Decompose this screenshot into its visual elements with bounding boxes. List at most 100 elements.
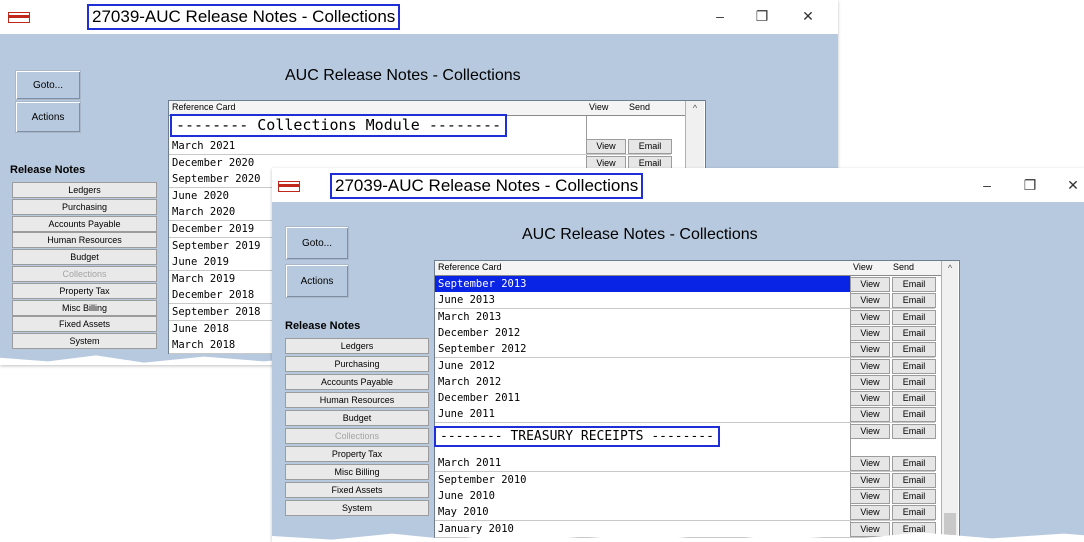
front-grid-scrollbar[interactable]: ^ xyxy=(941,261,958,542)
email-button[interactable]: Email xyxy=(892,391,936,407)
view-button[interactable]: View xyxy=(850,423,890,439)
nav-ledgers-button[interactable]: Ledgers xyxy=(12,182,157,198)
minimize-icon[interactable]: – xyxy=(975,175,999,195)
email-button[interactable]: Email xyxy=(892,505,936,521)
reference-card-cell[interactable]: May 2010 xyxy=(435,504,851,521)
email-button[interactable]: Email xyxy=(628,139,672,154)
nav-system-button[interactable]: System xyxy=(12,333,157,350)
table-row[interactable]: September 2012 View Email xyxy=(435,341,936,359)
email-button[interactable]: Email xyxy=(892,407,936,423)
back-window-title: 27039-AUC Release Notes - Collections xyxy=(87,4,401,30)
nav-human-resources-button[interactable]: Human Resources xyxy=(12,232,157,249)
nav-human-resources-button[interactable]: Human Resources xyxy=(285,392,429,408)
reference-card-cell[interactable]: June 2013 xyxy=(435,292,851,309)
front-goto-button[interactable]: Goto... xyxy=(285,226,349,260)
maximize-icon[interactable]: ❐ xyxy=(750,6,774,26)
nav-purchasing-button[interactable]: Purchasing xyxy=(12,198,157,215)
view-button[interactable]: View xyxy=(850,293,890,309)
reference-card-cell[interactable]: September 2010 xyxy=(435,471,851,488)
view-button[interactable]: View xyxy=(850,277,890,292)
reference-card-cell[interactable]: December 2012 xyxy=(435,324,851,341)
reference-card-cell[interactable]: June 2010 xyxy=(435,487,851,504)
reference-card-cell[interactable]: June 2011 xyxy=(435,406,851,423)
view-button[interactable]: View xyxy=(586,139,626,154)
nav-system-button[interactable]: System xyxy=(285,500,429,516)
close-icon[interactable]: ✕ xyxy=(1061,175,1084,195)
nav-accounts-payable-button[interactable]: Accounts Payable xyxy=(12,215,157,232)
table-row[interactable]: September 2010 View Email xyxy=(435,471,936,489)
col-header-reference: Reference Card xyxy=(438,262,502,272)
nav-misc-billing-button[interactable]: Misc Billing xyxy=(12,299,157,316)
front-actions-button[interactable]: Actions xyxy=(285,264,349,298)
view-button[interactable]: View xyxy=(850,472,890,488)
reference-card-cell[interactable]: September 2013 xyxy=(435,276,851,292)
table-row[interactable]: March 2011 View Email xyxy=(435,455,936,473)
app-logo-icon xyxy=(278,181,300,192)
maximize-icon[interactable]: ❐ xyxy=(1018,175,1042,195)
nav-fixed-assets-button[interactable]: Fixed Assets xyxy=(12,316,157,333)
email-button[interactable]: Email xyxy=(892,277,936,292)
view-button[interactable]: View xyxy=(850,325,890,341)
nav-misc-billing-button[interactable]: Misc Billing xyxy=(285,464,429,480)
nav-budget-button[interactable]: Budget xyxy=(285,410,429,426)
email-button[interactable]: Email xyxy=(892,374,936,390)
table-row[interactable]: June 2011 View Email xyxy=(435,406,936,424)
table-row[interactable]: March 2013 View Email xyxy=(435,308,936,326)
email-button[interactable]: Email xyxy=(892,423,936,439)
view-button[interactable]: View xyxy=(850,391,890,407)
nav-budget-button[interactable]: Budget xyxy=(12,249,157,266)
nav-collections-button: Collections xyxy=(285,428,429,444)
front-page-heading: AUC Release Notes - Collections xyxy=(522,226,758,243)
email-button[interactable]: Email xyxy=(892,325,936,341)
email-button[interactable]: Email xyxy=(892,472,936,488)
front-window: 27039-AUC Release Notes - Collections – … xyxy=(272,168,1084,542)
view-button[interactable]: View xyxy=(850,342,890,358)
email-button[interactable]: Email xyxy=(892,309,936,325)
scroll-up-icon[interactable]: ^ xyxy=(942,263,958,273)
view-button[interactable]: View xyxy=(850,505,890,521)
nav-fixed-assets-button[interactable]: Fixed Assets xyxy=(285,482,429,498)
reference-card-cell[interactable]: March 2012 xyxy=(435,373,851,390)
view-button[interactable]: View xyxy=(850,358,890,374)
email-button[interactable]: Email xyxy=(892,488,936,504)
back-goto-button[interactable]: Goto... xyxy=(15,70,81,100)
reference-card-cell[interactable]: March 2011 xyxy=(435,455,851,472)
reference-card-cell[interactable]: September 2012 xyxy=(435,341,851,358)
table-row[interactable]: May 2010 View Email xyxy=(435,504,936,522)
table-row[interactable]: September 2013 View Email xyxy=(435,276,936,293)
table-row[interactable]: June 2012 View Email xyxy=(435,357,936,375)
view-button[interactable]: View xyxy=(850,488,890,504)
reference-card-cell[interactable]: December 2011 xyxy=(435,390,851,407)
view-button[interactable]: View xyxy=(850,407,890,423)
col-header-view: View xyxy=(589,102,609,112)
minimize-icon[interactable]: – xyxy=(708,6,732,26)
scroll-up-icon[interactable]: ^ xyxy=(686,103,704,113)
email-button[interactable]: Email xyxy=(892,358,936,374)
view-button[interactable]: View xyxy=(850,456,890,472)
front-title-bar: 27039-AUC Release Notes - Collections – … xyxy=(272,168,1084,202)
nav-purchasing-button[interactable]: Purchasing xyxy=(285,356,429,372)
email-button[interactable]: Email xyxy=(892,456,936,472)
table-row[interactable]: March 2012 View Email xyxy=(435,373,936,391)
reference-card-cell[interactable]: June 2012 xyxy=(435,357,851,374)
reference-card-cell[interactable]: March 2013 xyxy=(435,308,851,325)
email-button[interactable]: Email xyxy=(892,342,936,358)
table-row[interactable]: June 2013 View Email xyxy=(435,292,936,310)
nav-property-tax-button[interactable]: Property Tax xyxy=(12,282,157,299)
nav-property-tax-button[interactable]: Property Tax xyxy=(285,446,429,462)
reference-card-cell[interactable]: March 2021 xyxy=(169,138,587,154)
nav-accounts-payable-button[interactable]: Accounts Payable xyxy=(285,374,429,390)
front-torn-edge xyxy=(272,532,1084,542)
table-row[interactable]: March 2021 View Email xyxy=(169,138,672,155)
back-actions-button[interactable]: Actions xyxy=(15,101,81,133)
close-icon[interactable]: ✕ xyxy=(796,6,820,26)
table-row[interactable]: December 2012 View Email xyxy=(435,324,936,342)
front-treasury-receipts-separator: -------- TREASURY RECEIPTS -------- xyxy=(434,426,720,447)
nav-ledgers-button[interactable]: Ledgers xyxy=(285,338,429,354)
view-button[interactable]: View xyxy=(850,374,890,390)
table-row[interactable]: December 2011 View Email xyxy=(435,390,936,408)
app-logo-icon xyxy=(8,12,30,23)
view-button[interactable]: View xyxy=(850,309,890,325)
email-button[interactable]: Email xyxy=(892,293,936,309)
table-row[interactable]: June 2010 View Email xyxy=(435,487,936,505)
